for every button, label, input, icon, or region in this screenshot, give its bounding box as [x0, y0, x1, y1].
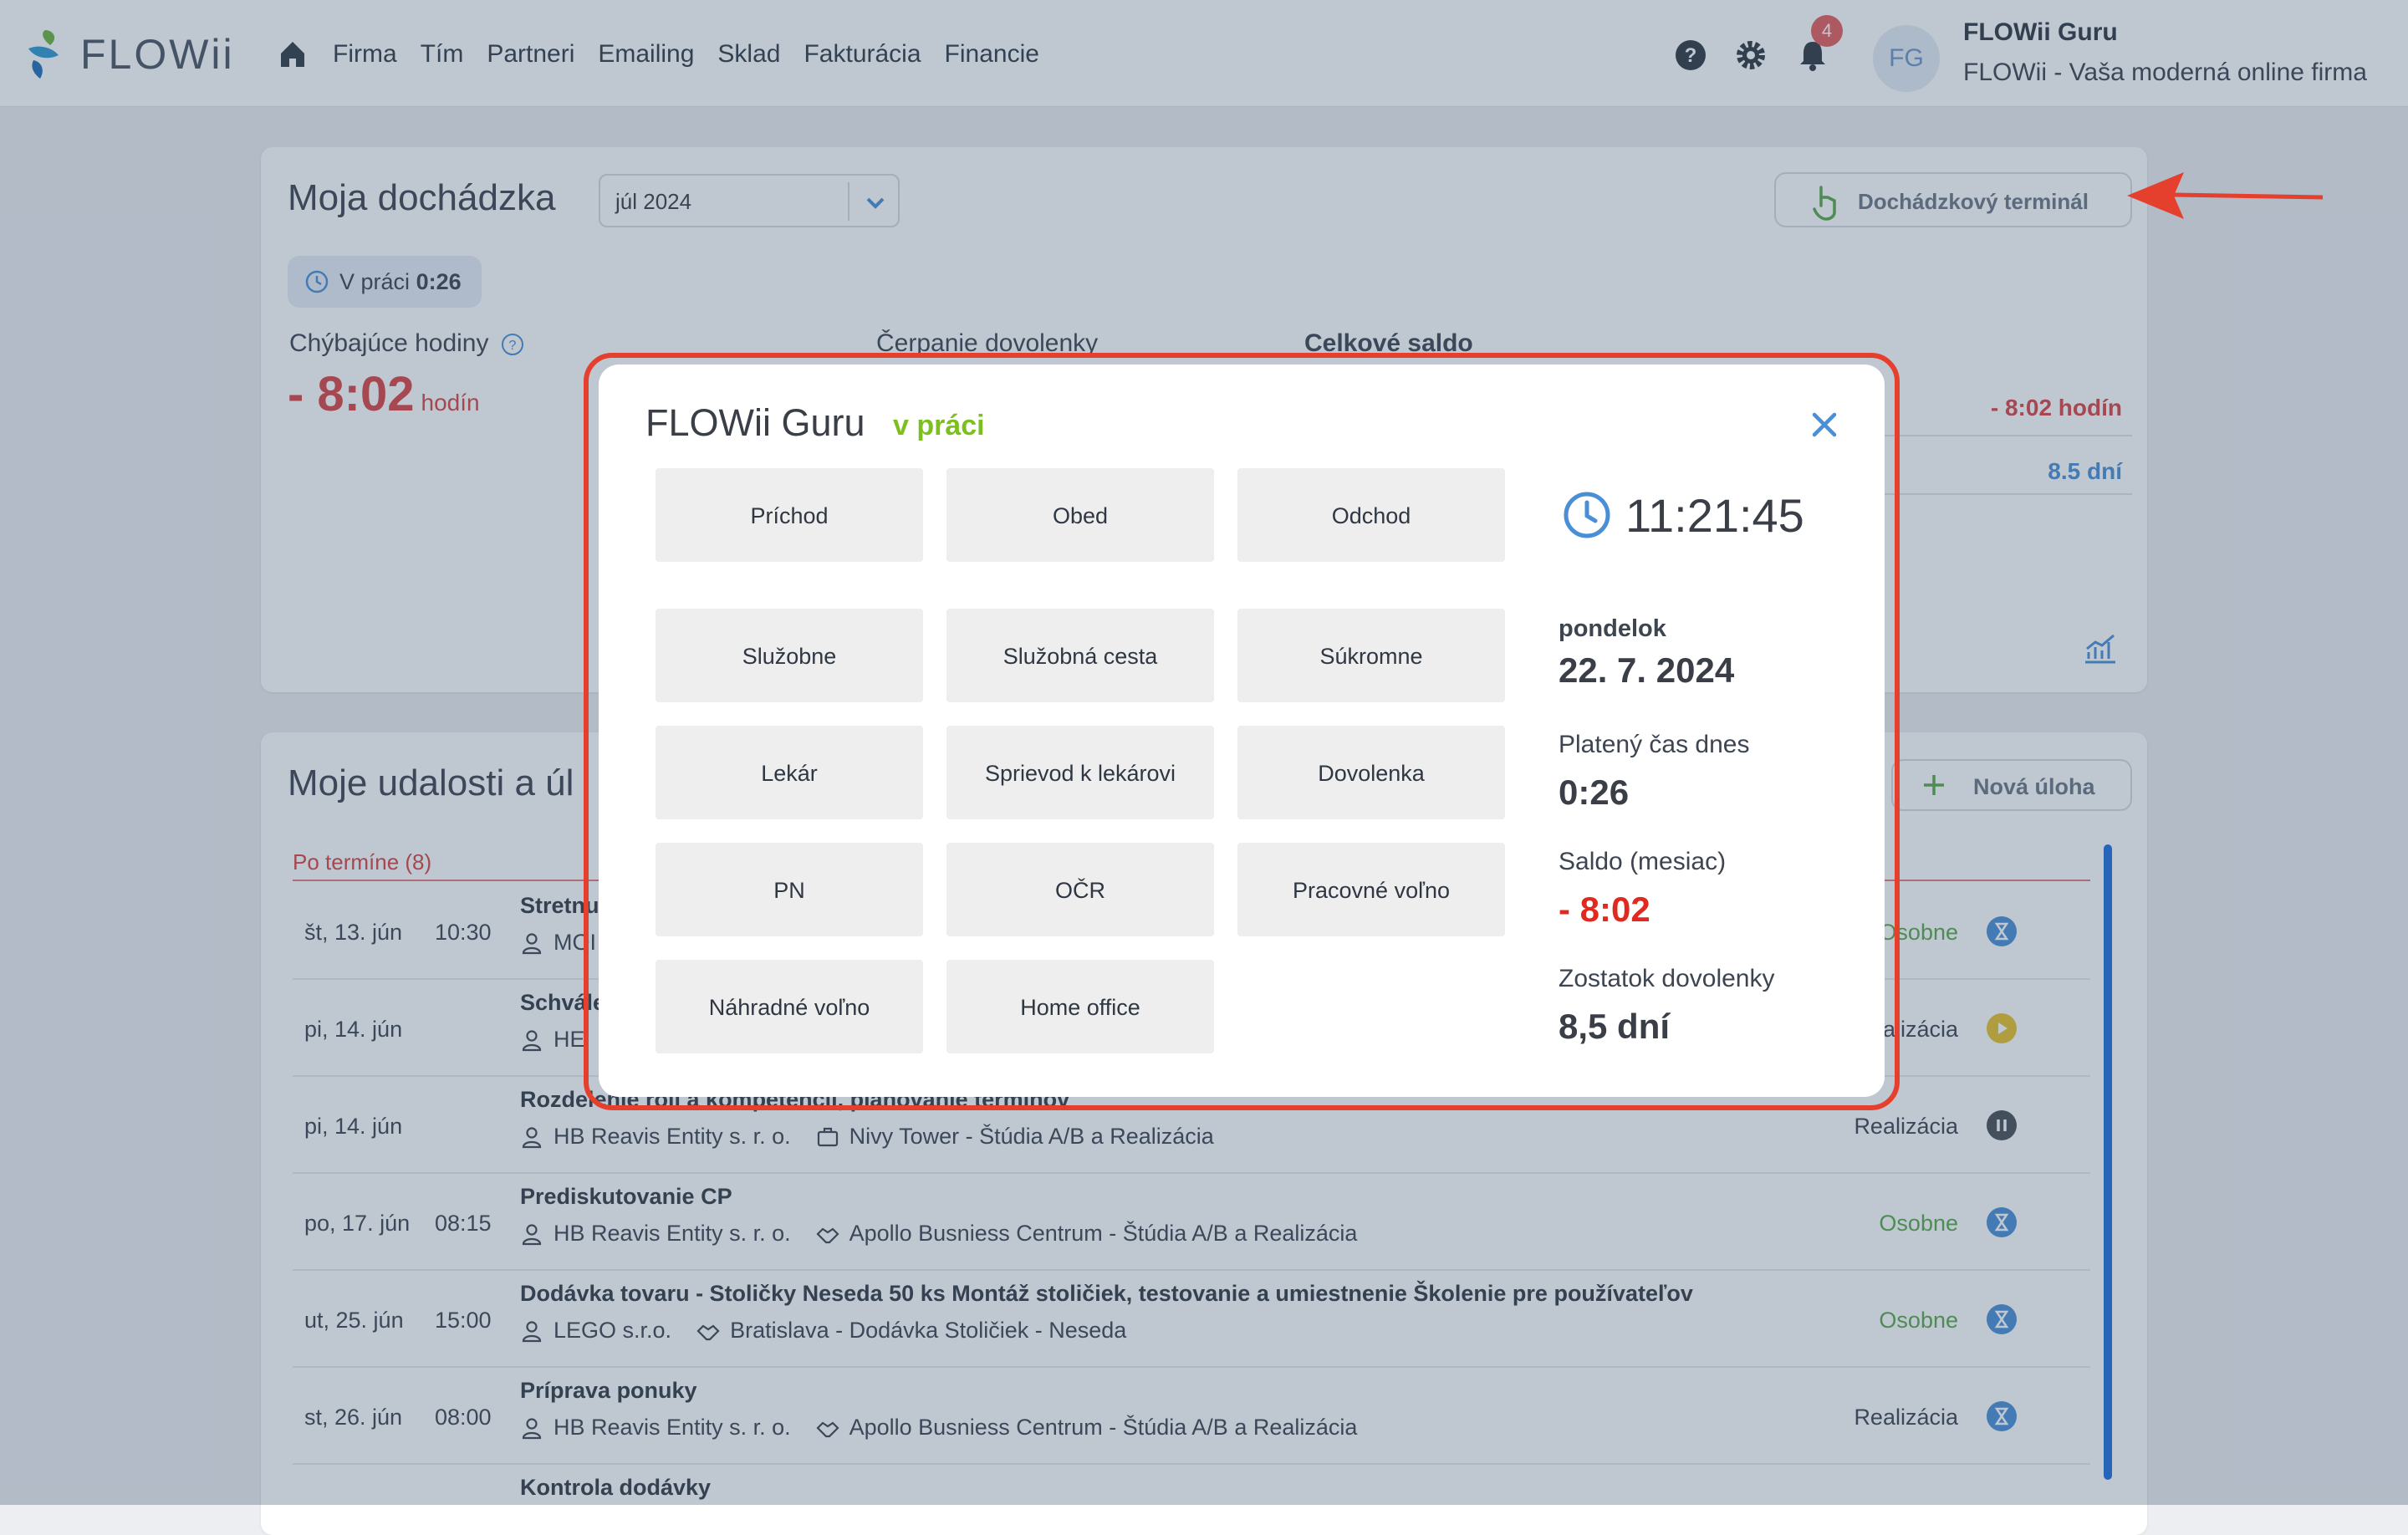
- balance-value: - 8:02: [1559, 890, 1650, 929]
- departure-button[interactable]: Odchod: [1237, 468, 1505, 562]
- close-icon[interactable]: [1808, 408, 1841, 441]
- paid-time-label: Platený čas dnes: [1559, 731, 1750, 758]
- compensatory-leave-button[interactable]: Náhradné voľno: [656, 960, 923, 1053]
- vacation-button[interactable]: Dovolenka: [1237, 726, 1505, 819]
- attendance-terminal-modal: FLOWii Guru v práci Príchod Obed Odchod …: [599, 365, 1885, 1097]
- sick-leave-button[interactable]: PN: [656, 843, 923, 936]
- business-trip-button[interactable]: Služobná cesta: [946, 609, 1214, 702]
- lunch-button[interactable]: Obed: [946, 468, 1214, 562]
- balance-label: Saldo (mesiac): [1559, 848, 1727, 875]
- modal-user-name: FLOWii Guru: [645, 401, 865, 444]
- vacation-left-value: 8,5 dní: [1559, 1007, 1671, 1046]
- home-office-button[interactable]: Home office: [946, 960, 1214, 1053]
- doctor-escort-button[interactable]: Sprievod k lekárovi: [946, 726, 1214, 819]
- business-button[interactable]: Služobne: [656, 609, 923, 702]
- vacation-left-label: Zostatok dovolenky: [1559, 965, 1775, 992]
- private-button[interactable]: Súkromne: [1237, 609, 1505, 702]
- doctor-button[interactable]: Lekár: [656, 726, 923, 819]
- current-time: 11:21:45: [1625, 489, 1804, 542]
- clock-icon: [1564, 492, 1610, 538]
- modal-status: v práci: [893, 410, 985, 441]
- current-date: 22. 7. 2024: [1559, 650, 1735, 690]
- family-care-button[interactable]: OČR: [946, 843, 1214, 936]
- paid-time-value: 0:26: [1559, 773, 1630, 812]
- current-day: pondelok: [1559, 615, 1666, 642]
- work-leave-button[interactable]: Pracovné voľno: [1237, 843, 1505, 936]
- arrival-button[interactable]: Príchod: [656, 468, 923, 562]
- annotation-arrow-icon: [2127, 172, 2324, 219]
